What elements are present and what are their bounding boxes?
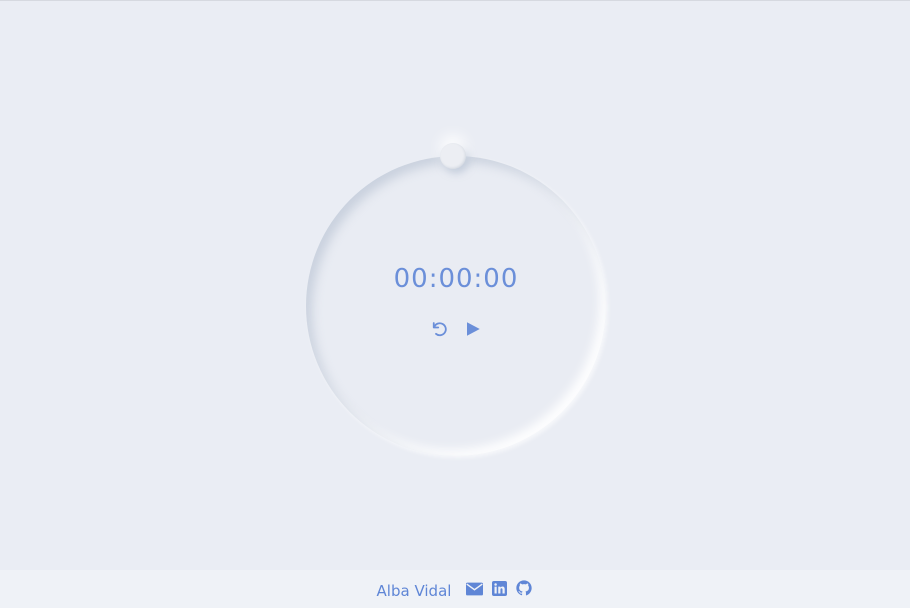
footer: Alba Vidal — [0, 570, 910, 608]
time-display: 00:00:00 — [393, 264, 519, 294]
reset-icon — [430, 320, 448, 338]
mail-icon — [465, 581, 483, 600]
github-link[interactable] — [515, 580, 533, 600]
linkedin-link[interactable] — [490, 580, 508, 600]
linkedin-icon — [491, 580, 507, 600]
play-button[interactable] — [462, 318, 484, 340]
timer-page: 00:00:00 Alba Vidal — [0, 0, 910, 608]
timer-controls — [306, 318, 606, 340]
reset-button[interactable] — [428, 318, 450, 340]
dial-knob[interactable] — [440, 143, 466, 169]
social-links — [465, 580, 533, 600]
play-icon — [464, 320, 482, 338]
top-border — [0, 0, 910, 1]
github-icon — [516, 580, 533, 600]
timer-dial — [306, 156, 606, 456]
mail-link[interactable] — [465, 581, 483, 599]
author-name: Alba Vidal — [376, 582, 452, 600]
